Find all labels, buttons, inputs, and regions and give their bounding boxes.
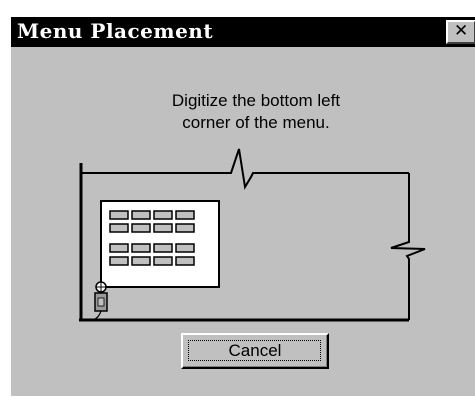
digitizer-puck-icon <box>94 281 108 320</box>
menu-sheet <box>100 200 220 288</box>
menu-placement-dialog: Menu Placement ✕ Digitize the bottom lef… <box>10 16 475 396</box>
focus-ring <box>188 340 321 361</box>
cancel-button[interactable]: Cancel <box>181 333 329 369</box>
